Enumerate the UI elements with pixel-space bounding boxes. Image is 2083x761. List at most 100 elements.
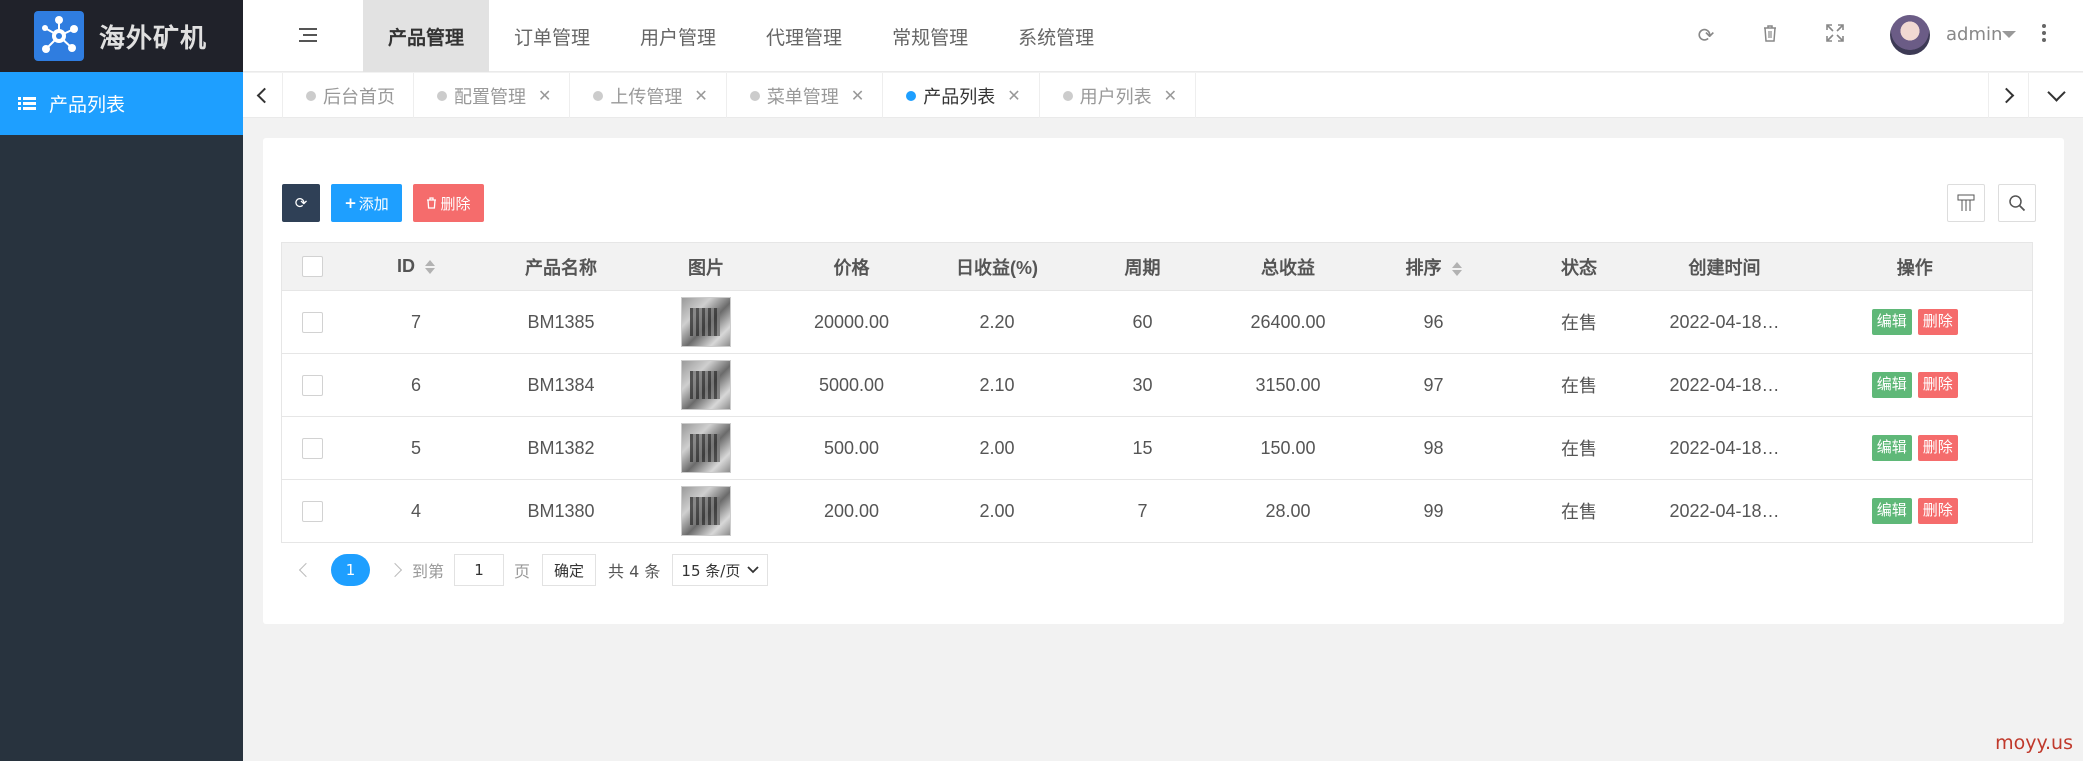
row-checkbox[interactable] bbox=[302, 374, 324, 396]
page-number-current[interactable]: 1 bbox=[331, 554, 370, 586]
tab-menu[interactable]: 菜单管理 ✕ bbox=[727, 73, 884, 118]
cell-total: 28.00 bbox=[1215, 479, 1361, 543]
cell-created: 2022-04-18… bbox=[1651, 290, 1798, 354]
tab-product-list[interactable]: 产品列表 ✕ bbox=[883, 73, 1040, 118]
cell-created: 2022-04-18… bbox=[1651, 479, 1798, 543]
fullscreen-icon[interactable] bbox=[1824, 24, 1846, 46]
row-delete-button[interactable]: 删除 bbox=[1917, 498, 1958, 524]
chevron-down-icon[interactable] bbox=[2002, 31, 2016, 38]
cell-id: 7 bbox=[343, 290, 489, 354]
edit-button[interactable]: 编辑 bbox=[1871, 435, 1912, 461]
cell-id: 6 bbox=[343, 353, 489, 417]
product-image[interactable] bbox=[681, 423, 731, 473]
tab-upload[interactable]: 上传管理 ✕ bbox=[570, 73, 727, 118]
product-image[interactable] bbox=[681, 360, 731, 410]
tab-dot-icon bbox=[1062, 90, 1073, 101]
columns-icon bbox=[1957, 194, 1975, 211]
tab-label: 上传管理 bbox=[610, 86, 683, 108]
row-checkbox[interactable] bbox=[302, 311, 324, 333]
edit-button[interactable]: 编辑 bbox=[1871, 309, 1912, 335]
cell-name: BM1385 bbox=[488, 290, 634, 354]
user-name[interactable]: admin bbox=[1946, 24, 2002, 45]
trash-icon[interactable] bbox=[1759, 24, 1781, 46]
sidebar-item-label: 产品列表 bbox=[49, 94, 126, 116]
row-checkbox[interactable] bbox=[302, 500, 324, 522]
tab-label: 用户列表 bbox=[1079, 86, 1152, 108]
refresh-icon[interactable]: ⟳ bbox=[1695, 24, 1717, 46]
trash-icon bbox=[427, 197, 437, 209]
list-icon bbox=[18, 96, 36, 111]
cell-period: 15 bbox=[1069, 416, 1216, 480]
cell-id: 5 bbox=[343, 416, 489, 480]
row-delete-button[interactable]: 删除 bbox=[1917, 435, 1958, 461]
tabs-dropdown-button[interactable] bbox=[2028, 73, 2083, 118]
edit-button[interactable]: 编辑 bbox=[1871, 372, 1912, 398]
sort-icon[interactable] bbox=[425, 260, 435, 275]
tab-config[interactable]: 配置管理 ✕ bbox=[414, 73, 571, 118]
col-sort[interactable]: 排序 bbox=[1360, 242, 1507, 291]
row-checkbox[interactable] bbox=[302, 437, 324, 459]
select-all-cell bbox=[281, 242, 344, 291]
close-icon[interactable]: ✕ bbox=[694, 86, 707, 105]
topnav-agent[interactable]: 代理管理 bbox=[741, 0, 867, 72]
search-toggle-button[interactable] bbox=[1998, 184, 2036, 222]
col-image: 图片 bbox=[633, 242, 779, 291]
col-created: 创建时间 bbox=[1651, 242, 1798, 291]
tabs-scroll-right-button[interactable] bbox=[1988, 73, 2028, 118]
close-icon[interactable]: ✕ bbox=[1007, 86, 1020, 105]
page-size-select[interactable]: 15 条/页 bbox=[672, 554, 769, 586]
topnav-system[interactable]: 系统管理 bbox=[993, 0, 1119, 72]
refresh-button[interactable]: ⟳ bbox=[282, 184, 320, 222]
cell-name: BM1380 bbox=[488, 479, 634, 543]
cell-sort: 99 bbox=[1360, 479, 1507, 543]
delete-button[interactable]: 删除 bbox=[413, 184, 484, 222]
add-button[interactable]: + 添加 bbox=[331, 184, 402, 222]
sidebar-item-product-list[interactable]: 产品列表 bbox=[0, 72, 243, 135]
topnav-product[interactable]: 产品管理 bbox=[363, 0, 490, 72]
close-icon[interactable]: ✕ bbox=[538, 86, 551, 105]
topnav-general[interactable]: 常规管理 bbox=[867, 0, 993, 72]
close-icon[interactable]: ✕ bbox=[1164, 86, 1177, 105]
cell-total: 3150.00 bbox=[1215, 353, 1361, 417]
cell-name: BM1384 bbox=[488, 353, 634, 417]
page-jump-confirm-button[interactable]: 确定 bbox=[542, 554, 597, 586]
cell-total: 150.00 bbox=[1215, 416, 1361, 480]
cell-status: 在售 bbox=[1506, 416, 1652, 480]
tab-user-list[interactable]: 用户列表 ✕ bbox=[1040, 73, 1197, 118]
sort-icon[interactable] bbox=[1451, 261, 1462, 276]
row-delete-button[interactable]: 删除 bbox=[1917, 372, 1958, 398]
chevron-down-icon bbox=[2046, 83, 2066, 102]
tabs-scroll-left-button[interactable] bbox=[243, 73, 283, 118]
cell-daily: 2.20 bbox=[924, 290, 1070, 354]
edit-button[interactable]: 编辑 bbox=[1871, 498, 1912, 524]
col-id[interactable]: ID bbox=[343, 242, 489, 291]
tab-label: 产品列表 bbox=[923, 86, 996, 108]
product-image[interactable] bbox=[681, 486, 731, 536]
next-page-icon[interactable] bbox=[387, 562, 403, 578]
columns-toggle-button[interactable] bbox=[1947, 184, 1985, 222]
add-button-label: 添加 bbox=[358, 194, 389, 213]
topnav-order[interactable]: 订单管理 bbox=[489, 0, 615, 72]
col-period: 周期 bbox=[1069, 242, 1216, 291]
menu-toggle-icon[interactable] bbox=[299, 28, 317, 42]
avatar[interactable] bbox=[1890, 15, 1930, 55]
content-card: ⟳ + 添加 删除 ID 产品名称 图片 价格 日收益(%) 周期 总收益 排序… bbox=[263, 138, 2064, 624]
close-icon[interactable]: ✕ bbox=[851, 86, 864, 105]
topnav-user[interactable]: 用户管理 bbox=[615, 0, 741, 72]
cell-period: 7 bbox=[1069, 479, 1216, 543]
page-jump-input[interactable]: 1 bbox=[454, 554, 505, 586]
logo-area[interactable]: 海外矿机 bbox=[0, 0, 243, 72]
table-header-row: ID 产品名称 图片 价格 日收益(%) 周期 总收益 排序 状态 创建时间 操… bbox=[281, 242, 2033, 291]
logo-icon bbox=[34, 11, 84, 61]
row-delete-button[interactable]: 删除 bbox=[1917, 309, 1958, 335]
plus-icon: + bbox=[344, 194, 357, 212]
prev-page-icon[interactable] bbox=[298, 562, 314, 578]
more-vertical-icon[interactable] bbox=[2042, 24, 2046, 44]
select-all-checkbox[interactable] bbox=[302, 256, 324, 278]
sidebar: 海外矿机 产品列表 bbox=[0, 0, 243, 761]
product-image[interactable] bbox=[681, 297, 731, 347]
page-tabs: 后台首页 配置管理 ✕ 上传管理 ✕ 菜单管理 ✕ 产品列表 ✕ 用户列表 ✕ bbox=[283, 73, 1197, 118]
tab-dashboard[interactable]: 后台首页 bbox=[283, 73, 414, 118]
tab-dot-icon bbox=[749, 90, 760, 101]
tab-dot-icon bbox=[906, 90, 917, 101]
